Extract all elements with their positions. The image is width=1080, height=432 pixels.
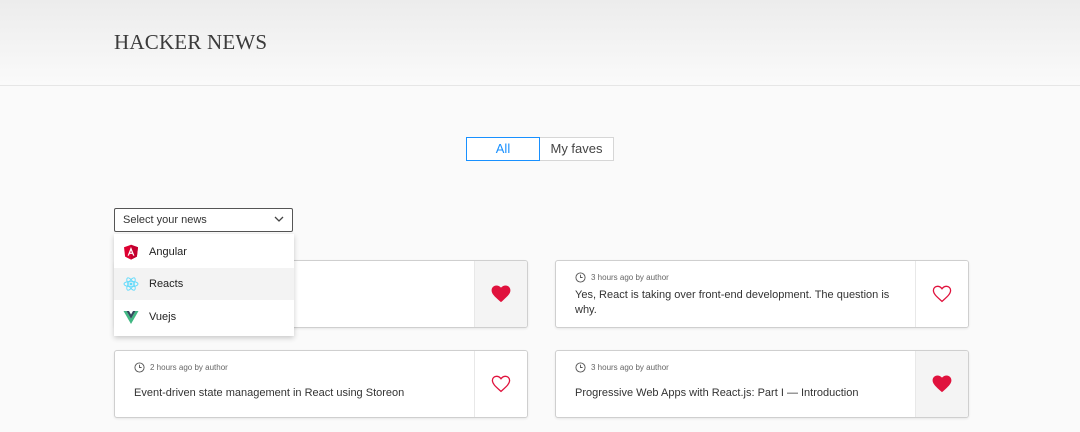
- post-meta: 3 hours ago by author: [575, 362, 669, 373]
- post-meta-text: 2 hours ago by author: [150, 363, 228, 372]
- post-title[interactable]: Progressive Web Apps with React.js: Part…: [575, 386, 895, 401]
- news-select[interactable]: Select your news: [114, 208, 293, 232]
- option-angular[interactable]: Angular: [114, 236, 294, 268]
- chevron-down-icon: [274, 216, 284, 222]
- news-card[interactable]: 3 hours ago by author Progressive Web Ap…: [555, 350, 969, 418]
- vue-icon: [123, 311, 139, 324]
- option-label: Angular: [149, 246, 187, 258]
- filter-tabs: All My faves: [466, 137, 614, 161]
- tab-all[interactable]: All: [466, 137, 540, 161]
- news-card[interactable]: 2 hours ago by author Event-driven state…: [114, 350, 528, 418]
- option-label: Reacts: [149, 278, 184, 290]
- news-dropdown-menu: Angular Reacts Vuejs: [114, 234, 294, 336]
- fave-toggle[interactable]: [474, 351, 527, 417]
- heart-outline-icon: [491, 375, 511, 393]
- angular-icon: [124, 244, 138, 260]
- heart-filled-icon: [932, 375, 952, 393]
- heart-filled-icon: [491, 285, 511, 303]
- news-card[interactable]: 3 hours ago by author Yes, React is taki…: [555, 260, 969, 328]
- news-select-value: Select your news: [123, 214, 207, 226]
- post-meta: 2 hours ago by author: [134, 362, 228, 373]
- option-react[interactable]: Reacts: [114, 268, 294, 300]
- option-label: Vuejs: [149, 311, 177, 323]
- fave-toggle[interactable]: [915, 261, 968, 327]
- fave-toggle[interactable]: [915, 351, 968, 417]
- post-title[interactable]: Yes, React is taking over front-end deve…: [575, 288, 895, 318]
- brand-title: HACKER NEWS: [114, 30, 268, 54]
- option-vue[interactable]: Vuejs: [114, 301, 294, 333]
- react-icon: [123, 277, 139, 291]
- clock-icon: [134, 362, 145, 373]
- heart-outline-icon: [932, 285, 952, 303]
- clock-icon: [575, 362, 586, 373]
- tab-my-faves[interactable]: My faves: [540, 137, 614, 161]
- post-meta: 3 hours ago by author: [575, 272, 669, 283]
- post-title[interactable]: Event-driven state management in React u…: [134, 386, 454, 401]
- fave-toggle[interactable]: [474, 261, 527, 327]
- post-meta-text: 3 hours ago by author: [591, 273, 669, 282]
- clock-icon: [575, 272, 586, 283]
- post-meta-text: 3 hours ago by author: [591, 363, 669, 372]
- app-header: HACKER NEWS: [0, 0, 1080, 86]
